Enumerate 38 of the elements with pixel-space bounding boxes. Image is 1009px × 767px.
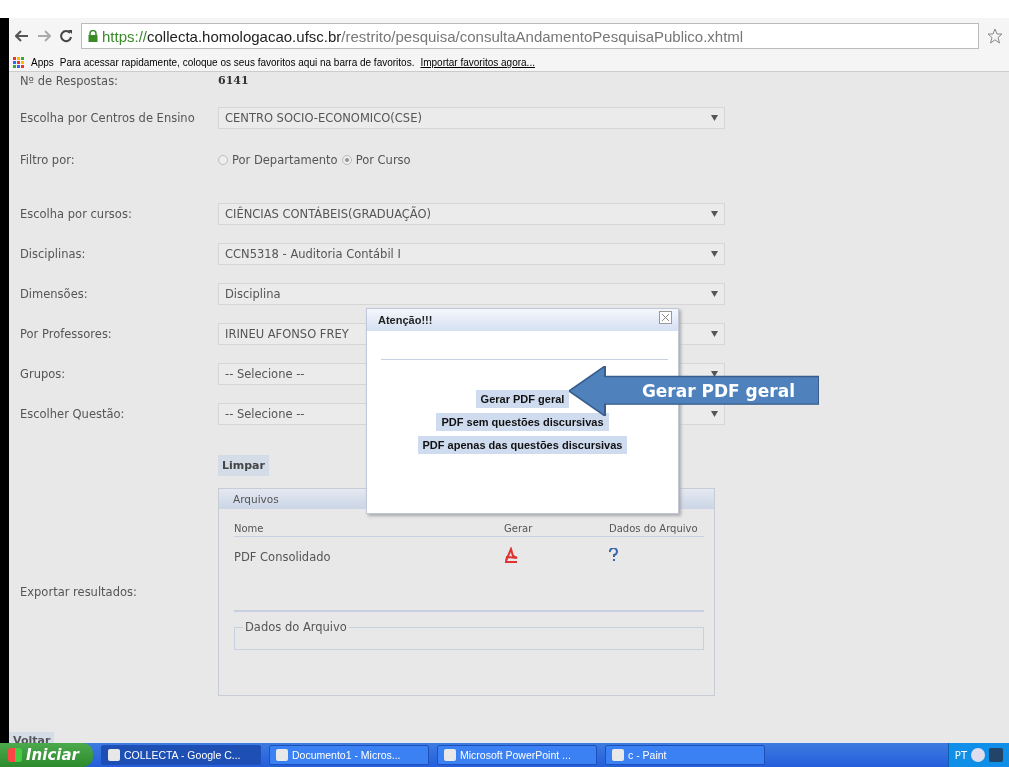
table-cell-text: PDF Consolidado (234, 549, 332, 564)
taskbar-button[interactable]: Microsoft PowerPoint ... (436, 745, 597, 765)
field-label: Disciplinas: (20, 247, 87, 261)
select-field[interactable]: CCN5318 - Auditoria Contábil I (218, 243, 725, 265)
select-field[interactable]: CIÊNCIAS CONTÁBEIS(GRADUAÇÃO) (218, 203, 725, 225)
address-bar[interactable]: https://collecta.homologacao.ufsc.br/restrito/pesquisa/consultaAndamentoPesquisaPublico.xhtml (81, 23, 979, 49)
select-field[interactable]: Disciplina (218, 283, 725, 305)
callout-arrow: Gerar PDF geral (569, 366, 819, 416)
start-button[interactable]: Iniciar (0, 743, 93, 767)
language-indicator[interactable]: PT (954, 749, 967, 761)
column-header: Gerar (504, 523, 534, 534)
taskbar-button[interactable]: c - Paint (604, 745, 765, 765)
taskbar-button[interactable]: COLLECTA - Google C... (100, 745, 261, 765)
import-bookmarks-link[interactable]: Importar favoritos agora... (420, 57, 535, 68)
field-label: Por Professores: (20, 327, 113, 341)
group-legend: Dados do Arquivo (243, 620, 349, 634)
field-label: Filtro por: (20, 153, 76, 167)
column-header: Nome (234, 523, 265, 534)
pdf-button[interactable]: PDF sem questões discursivas (436, 413, 609, 431)
select-field[interactable]: CENTRO SOCIO-ECONOMICO(CSE) (218, 107, 725, 129)
field-label: Grupos: (20, 367, 67, 381)
dialog-title: Atenção!!! (378, 314, 433, 326)
clear-button[interactable]: Limpar (218, 455, 269, 476)
pdf-button[interactable]: Gerar PDF geral (475, 390, 570, 408)
radio-label[interactable]: Por Departamento (232, 153, 338, 167)
field-label: Dimensões: (20, 287, 89, 301)
pdf-button[interactable]: PDF apenas das questões discursivas (417, 436, 628, 454)
radio-label[interactable]: Por Curso (355, 153, 411, 167)
field-label: Escolha por Centros de Ensino (20, 111, 196, 125)
field-label: Nº de Respostas: (20, 73, 119, 88)
column-header: Dados do Arquivo (608, 523, 699, 534)
taskbar-button[interactable]: Documento1 - Micros... (268, 745, 429, 765)
field-label: Escolha por cursos: (20, 207, 133, 221)
field-label: Exportar resultados: (20, 585, 138, 599)
field-label: Escolher Questão: (20, 407, 126, 421)
apps-link[interactable]: Apps (31, 57, 54, 68)
response-count: 6141 (218, 74, 249, 87)
bookmarks-hint: Para acessar rapidamente, coloque os seus favoritos aqui na barra de favoritos. (59, 57, 415, 68)
